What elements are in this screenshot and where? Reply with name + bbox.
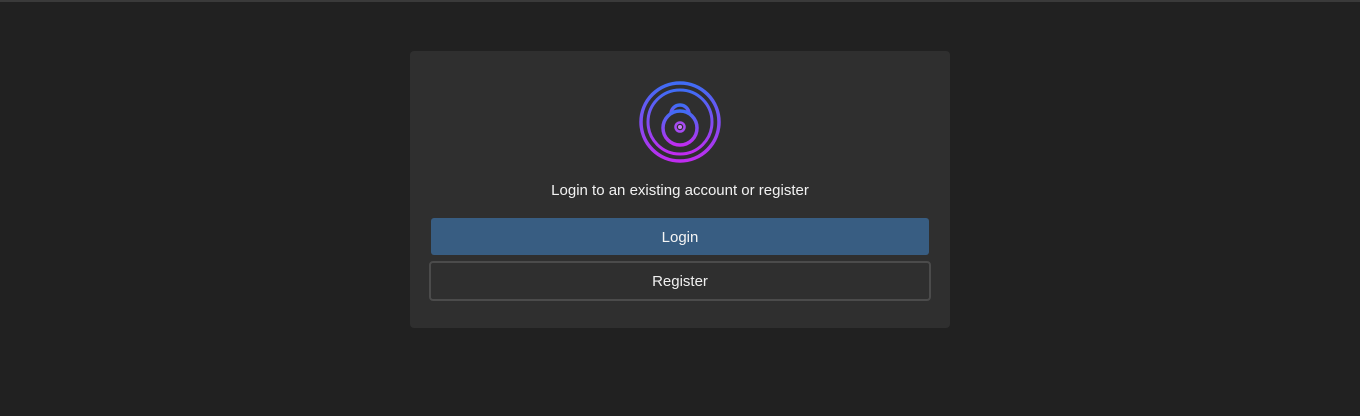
login-button[interactable]: Login xyxy=(431,218,929,255)
register-button[interactable]: Register xyxy=(429,261,931,301)
lock-icon xyxy=(638,80,722,164)
window-top-border xyxy=(0,0,1360,2)
login-prompt-text: Login to an existing account or register xyxy=(551,182,809,199)
login-card: Login to an existing account or register… xyxy=(410,51,950,328)
